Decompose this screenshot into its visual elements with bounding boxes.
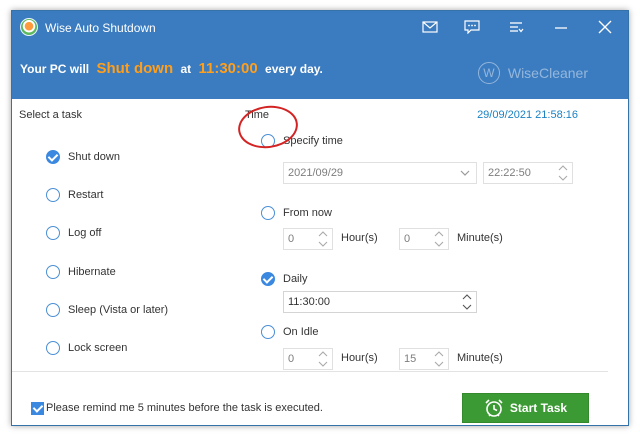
- option-on-idle[interactable]: On Idle: [261, 324, 318, 340]
- option-label: Daily: [283, 273, 308, 285]
- task-label: Shut down: [68, 151, 120, 163]
- option-label: From now: [283, 207, 332, 219]
- task-shutdown[interactable]: Shut down: [46, 149, 120, 165]
- option-daily[interactable]: Daily: [261, 271, 307, 287]
- chevron-up-icon[interactable]: [318, 230, 328, 237]
- spinner[interactable]: [434, 230, 446, 248]
- task-label: Log off: [68, 227, 102, 239]
- alarm-clock-icon: [485, 399, 503, 417]
- hours-label: Hour(s): [341, 232, 378, 244]
- hours-value: 0: [288, 353, 295, 365]
- brand-logo: W WiseCleaner: [477, 62, 588, 84]
- radio-icon[interactable]: [261, 325, 275, 339]
- start-task-label: Start Task: [509, 401, 568, 415]
- task-label: Restart: [68, 189, 104, 201]
- radio-icon[interactable]: [46, 188, 60, 202]
- task-sleep[interactable]: Sleep (Vista or later): [46, 302, 168, 318]
- minimize-icon[interactable]: [552, 19, 570, 35]
- summary-suffix: every day.: [265, 62, 323, 76]
- spinner[interactable]: [318, 230, 330, 248]
- minutes-label: Minute(s): [457, 352, 503, 364]
- idle-minutes-stepper[interactable]: 15: [399, 348, 449, 370]
- date-value: 2021/09/29: [288, 167, 344, 179]
- hours-label: Hour(s): [341, 352, 378, 364]
- task-logoff[interactable]: Log off: [46, 225, 101, 241]
- hours-value: 0: [288, 233, 295, 245]
- remind-checkbox[interactable]: [31, 402, 44, 415]
- radio-icon[interactable]: [46, 341, 60, 355]
- task-label: Hibernate: [68, 266, 116, 278]
- radio-icon[interactable]: [46, 226, 60, 240]
- menu-icon[interactable]: [507, 19, 525, 35]
- app-title: Wise Auto Shutdown: [45, 21, 156, 35]
- specify-time-value: 22:22:50: [488, 167, 531, 179]
- specify-time-stepper[interactable]: 22:22:50: [483, 162, 573, 184]
- summary-middle: at: [180, 62, 192, 76]
- task-heading: Select a task: [19, 109, 82, 121]
- summary-action: Shut down: [96, 60, 174, 77]
- titlebar: Wise Auto Shutdown: [12, 11, 628, 44]
- task-hibernate[interactable]: Hibernate: [46, 264, 116, 280]
- daily-time-value: 11:30:00: [288, 296, 331, 308]
- chevron-down-icon[interactable]: [462, 304, 472, 311]
- radio-icon[interactable]: [46, 303, 60, 317]
- feedback-icon[interactable]: [463, 19, 481, 35]
- chevron-down-icon[interactable]: [318, 361, 328, 368]
- schedule-summary: Your PC will Shut down at 11:30:00 every…: [20, 60, 323, 77]
- spinner[interactable]: [434, 350, 446, 368]
- current-datetime: 29/09/2021 21:58:16: [477, 109, 578, 121]
- radio-checked-icon[interactable]: [261, 272, 275, 286]
- close-icon[interactable]: [596, 19, 614, 35]
- from-now-minutes-stepper[interactable]: 0: [399, 228, 449, 250]
- spinner[interactable]: [462, 293, 474, 311]
- daily-time-stepper[interactable]: 11:30:00: [283, 291, 477, 313]
- task-label: Lock screen: [68, 342, 128, 354]
- radio-icon[interactable]: [261, 206, 275, 220]
- task-label: Sleep (Vista or later): [68, 304, 169, 316]
- mail-icon[interactable]: [421, 19, 439, 35]
- radio-icon[interactable]: [261, 134, 275, 148]
- minutes-value: 0: [404, 233, 411, 245]
- section-divider: [12, 371, 608, 372]
- main-content: Select a task Shut down Restart Log off …: [12, 99, 628, 425]
- minutes-label: Minute(s): [457, 232, 503, 244]
- chevron-up-icon[interactable]: [558, 164, 568, 171]
- brand-name: WiseCleaner: [507, 65, 588, 81]
- chevron-up-icon[interactable]: [318, 350, 328, 357]
- option-specify-time[interactable]: Specify time: [261, 133, 343, 149]
- summary-time: 11:30:00: [198, 60, 258, 77]
- remind-label: Please remind me 5 minutes before the ta…: [46, 402, 323, 414]
- task-lock-screen[interactable]: Lock screen: [46, 340, 127, 356]
- minutes-value: 15: [404, 353, 417, 365]
- chevron-up-icon[interactable]: [434, 230, 444, 237]
- task-restart[interactable]: Restart: [46, 187, 103, 203]
- chevron-down-icon[interactable]: [558, 175, 568, 182]
- time-heading: Time: [245, 109, 270, 121]
- radio-icon[interactable]: [46, 265, 60, 279]
- start-task-button[interactable]: Start Task: [462, 393, 589, 423]
- option-from-now[interactable]: From now: [261, 205, 332, 221]
- from-now-hours-stepper[interactable]: 0: [283, 228, 333, 250]
- idle-hours-stepper[interactable]: 0: [283, 348, 333, 370]
- option-label: Specify time: [283, 135, 343, 147]
- app-logo-icon: [20, 18, 38, 36]
- chevron-up-icon[interactable]: [462, 293, 472, 300]
- status-banner: Your PC will Shut down at 11:30:00 every…: [12, 44, 628, 99]
- summary-prefix: Your PC will: [20, 62, 90, 76]
- spinner[interactable]: [318, 350, 330, 368]
- chevron-down-icon[interactable]: [434, 241, 444, 248]
- radio-checked-icon[interactable]: [46, 150, 60, 164]
- date-dropdown[interactable]: 2021/09/29: [283, 162, 477, 184]
- spinner[interactable]: [558, 164, 570, 182]
- chevron-down-icon[interactable]: [460, 169, 470, 177]
- wisecleaner-logo-icon: W: [477, 62, 500, 84]
- chevron-down-icon[interactable]: [318, 241, 328, 248]
- app-window: Wise Auto Shutdown Your PC will Shut dow…: [11, 10, 629, 426]
- option-label: On Idle: [283, 326, 319, 338]
- chevron-up-icon[interactable]: [434, 350, 444, 357]
- chevron-down-icon[interactable]: [434, 361, 444, 368]
